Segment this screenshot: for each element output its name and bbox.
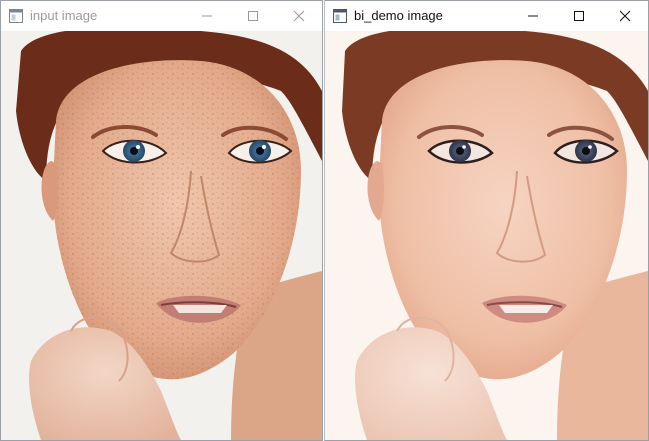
app-window-icon bbox=[9, 9, 23, 23]
minimize-icon bbox=[202, 15, 212, 17]
close-icon bbox=[619, 10, 631, 22]
input-image-window[interactable]: input image bbox=[0, 0, 323, 441]
image-viewport[interactable] bbox=[325, 31, 648, 440]
minimize-icon bbox=[528, 15, 538, 17]
maximize-icon bbox=[574, 11, 584, 21]
bi-demo-image-window[interactable]: bi_demo image bbox=[324, 0, 649, 441]
titlebar[interactable]: bi_demo image bbox=[325, 1, 648, 31]
filtered-portrait-image bbox=[325, 31, 648, 440]
window-title: input image bbox=[30, 8, 98, 23]
window-title: bi_demo image bbox=[354, 8, 443, 23]
close-button[interactable] bbox=[276, 1, 322, 31]
app-window-icon bbox=[333, 9, 347, 23]
close-icon bbox=[293, 10, 305, 22]
close-button[interactable] bbox=[602, 1, 648, 31]
input-portrait-image bbox=[1, 31, 322, 440]
image-viewport[interactable] bbox=[1, 31, 322, 440]
maximize-icon bbox=[248, 11, 258, 21]
titlebar[interactable]: input image bbox=[1, 1, 322, 31]
minimize-button[interactable] bbox=[184, 1, 230, 31]
maximize-button[interactable] bbox=[556, 1, 602, 31]
minimize-button[interactable] bbox=[510, 1, 556, 31]
maximize-button[interactable] bbox=[230, 1, 276, 31]
